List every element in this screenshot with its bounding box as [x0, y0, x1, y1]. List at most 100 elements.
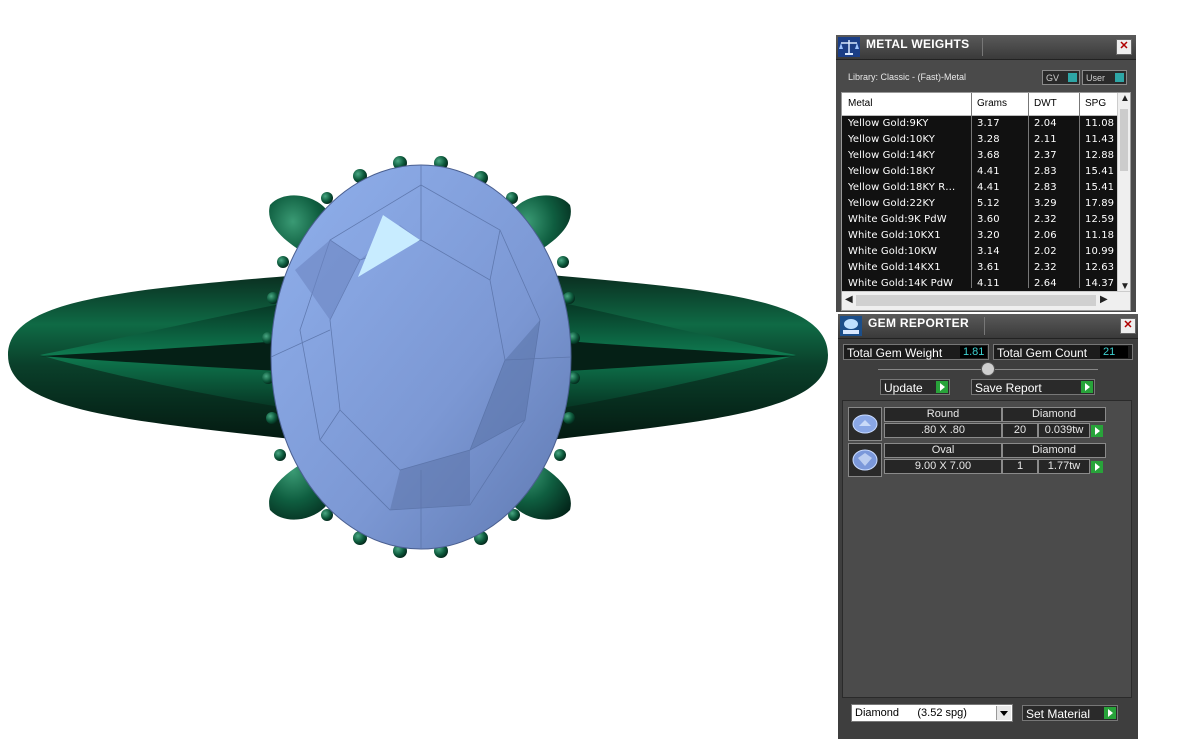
gv-toggle-knob [1068, 73, 1077, 82]
scroll-up-icon[interactable]: ▲ [1120, 93, 1130, 104]
cell-grams: 3.20 [977, 230, 1000, 241]
library-label: Library: Classic - (Fast)-Metal [848, 72, 967, 82]
cell-dwt: 3.29 [1034, 198, 1057, 209]
total-gem-count-value: 21 [1100, 346, 1128, 358]
scroll-left-icon[interactable]: ◀ [845, 294, 853, 305]
metal-weights-close-button[interactable]: ✕ [1116, 39, 1132, 55]
table-row[interactable]: Yellow Gold:14KY 3.68 2.37 12.88 [842, 148, 1118, 164]
user-toggle[interactable]: User [1082, 70, 1127, 85]
cell-dwt: 2.83 [1034, 166, 1057, 177]
cell-dwt: 2.06 [1034, 230, 1057, 241]
horizontal-scrollbar[interactable]: ◀ ▶ [842, 291, 1130, 310]
cell-dwt: 2.11 [1034, 134, 1057, 145]
play-icon [1104, 707, 1116, 719]
gem-count: 1 [1002, 459, 1038, 474]
gem-row-oval[interactable]: Oval Diamond 9.00 X 7.00 1 1.77tw [848, 443, 1106, 477]
title-divider [984, 317, 985, 335]
update-button[interactable]: Update [880, 379, 950, 395]
cell-metal: Yellow Gold:9KY [848, 118, 929, 129]
material-select[interactable]: Diamond (3.52 spg) [851, 704, 1013, 722]
total-gem-weight-field: Total Gem Weight 1.81 [843, 344, 989, 360]
title-divider [982, 38, 983, 56]
gem-weight: 0.039tw [1038, 423, 1090, 438]
cell-grams: 3.60 [977, 214, 1000, 225]
cell-dwt: 2.02 [1034, 246, 1057, 257]
cell-grams: 3.28 [977, 134, 1000, 145]
metal-weights-titlebar[interactable]: METAL WEIGHTS ✕ [836, 35, 1136, 60]
cell-grams: 4.41 [977, 166, 1000, 177]
column-header-dwt[interactable]: DWT [1034, 98, 1057, 109]
cell-metal: White Gold:14KX1 [848, 262, 941, 273]
cell-dwt: 2.32 [1034, 262, 1057, 273]
cell-dwt: 2.37 [1034, 150, 1057, 161]
column-header-grams[interactable]: Grams [977, 98, 1007, 109]
total-gem-weight-label: Total Gem Weight [847, 346, 943, 360]
cell-metal: Yellow Gold:14KY [848, 150, 935, 161]
table-row[interactable]: White Gold:10KX1 3.20 2.06 11.18 [842, 228, 1118, 244]
table-row[interactable]: Yellow Gold:22KY 5.12 3.29 17.89 [842, 196, 1118, 212]
cell-metal: White Gold:10KW [848, 246, 937, 257]
column-header-spg[interactable]: SPG [1085, 98, 1106, 109]
total-gem-count-label: Total Gem Count [997, 346, 1088, 360]
ring-model [8, 156, 828, 558]
vertical-scrollbar[interactable]: ▲ ▼ [1117, 93, 1130, 292]
cell-metal: Yellow Gold:18KY [848, 166, 935, 177]
column-divider [1028, 93, 1029, 288]
gem-report-icon [840, 316, 862, 336]
save-report-button[interactable]: Save Report [971, 379, 1095, 395]
gem-shape: Round [884, 407, 1002, 422]
chevron-down-icon[interactable] [996, 706, 1011, 720]
gem-material: Diamond [1002, 407, 1106, 422]
3d-viewport[interactable] [0, 0, 836, 741]
horizontal-scroll-thumb[interactable] [856, 295, 1096, 306]
table-row[interactable]: Yellow Gold:9KY 3.17 2.04 11.08 [842, 116, 1118, 132]
gem-count: 20 [1002, 423, 1038, 438]
gv-toggle[interactable]: GV [1042, 70, 1080, 85]
table-row[interactable]: Yellow Gold:10KY 3.28 2.11 11.43 [842, 132, 1118, 148]
table-row[interactable]: Yellow Gold:18KY R… 4.41 2.83 15.41 [842, 180, 1118, 196]
table-row[interactable]: White Gold:14K PdW 4.11 2.64 14.37 [842, 276, 1118, 292]
cell-grams: 3.68 [977, 150, 1000, 161]
column-divider [971, 93, 972, 288]
cell-metal: White Gold:9K PdW [848, 214, 947, 225]
set-material-button[interactable]: Set Material [1022, 705, 1118, 721]
cell-dwt: 2.64 [1034, 278, 1057, 289]
table-row[interactable]: White Gold:14KX1 3.61 2.32 12.63 [842, 260, 1118, 276]
update-button-label: Update [884, 381, 923, 395]
play-icon [936, 381, 948, 393]
metal-weights-table[interactable]: Metal Grams DWT SPG Yellow Gold:9KY 3.17 2… [841, 92, 1131, 311]
play-icon [1081, 381, 1093, 393]
table-body: Yellow Gold:9KY 3.17 2.04 11.08 Yellow Gold:… [842, 116, 1118, 292]
cell-metal: White Gold:10KX1 [848, 230, 941, 241]
table-row[interactable]: Yellow Gold:18KY 4.41 2.83 15.41 [842, 164, 1118, 180]
gem-row-round[interactable]: Round Diamond .80 X .80 20 0.039tw [848, 407, 1106, 441]
total-gem-weight-value: 1.81 [960, 346, 988, 358]
cell-grams: 4.41 [977, 182, 1000, 193]
save-report-button-label: Save Report [975, 381, 1042, 395]
gem-reporter-panel: GEM REPORTER ✕ Total Gem Weight 1.81 Tot… [838, 314, 1138, 739]
metal-weights-title: METAL WEIGHTS [866, 37, 970, 51]
gem-material: Diamond [1002, 443, 1106, 458]
cell-dwt: 2.04 [1034, 118, 1057, 129]
play-icon[interactable] [1091, 425, 1103, 437]
cell-dwt: 2.32 [1034, 214, 1057, 225]
cell-metal: White Gold:14K PdW [848, 278, 954, 289]
vertical-scroll-thumb[interactable] [1120, 109, 1128, 171]
scroll-right-icon[interactable]: ▶ [1100, 294, 1108, 305]
gem-reporter-titlebar[interactable]: GEM REPORTER ✕ [838, 314, 1138, 339]
cell-metal: Yellow Gold:18KY R… [848, 182, 956, 193]
cell-grams: 4.11 [977, 278, 1000, 289]
play-icon[interactable] [1091, 461, 1103, 473]
cell-grams: 3.17 [977, 118, 1000, 129]
column-header-metal[interactable]: Metal [848, 98, 872, 109]
cell-grams: 3.14 [977, 246, 1000, 257]
table-row[interactable]: White Gold:10KW 3.14 2.02 10.99 [842, 244, 1118, 260]
user-toggle-label: User [1086, 73, 1106, 83]
cell-metal: Yellow Gold:22KY [848, 198, 935, 209]
table-header: Metal Grams DWT SPG [842, 93, 1118, 116]
splitter-handle[interactable] [981, 362, 995, 376]
cell-grams: 5.12 [977, 198, 1000, 209]
table-row[interactable]: White Gold:9K PdW 3.60 2.32 12.59 [842, 212, 1118, 228]
gem-size: 9.00 X 7.00 [884, 459, 1002, 474]
gem-reporter-close-button[interactable]: ✕ [1120, 318, 1136, 334]
